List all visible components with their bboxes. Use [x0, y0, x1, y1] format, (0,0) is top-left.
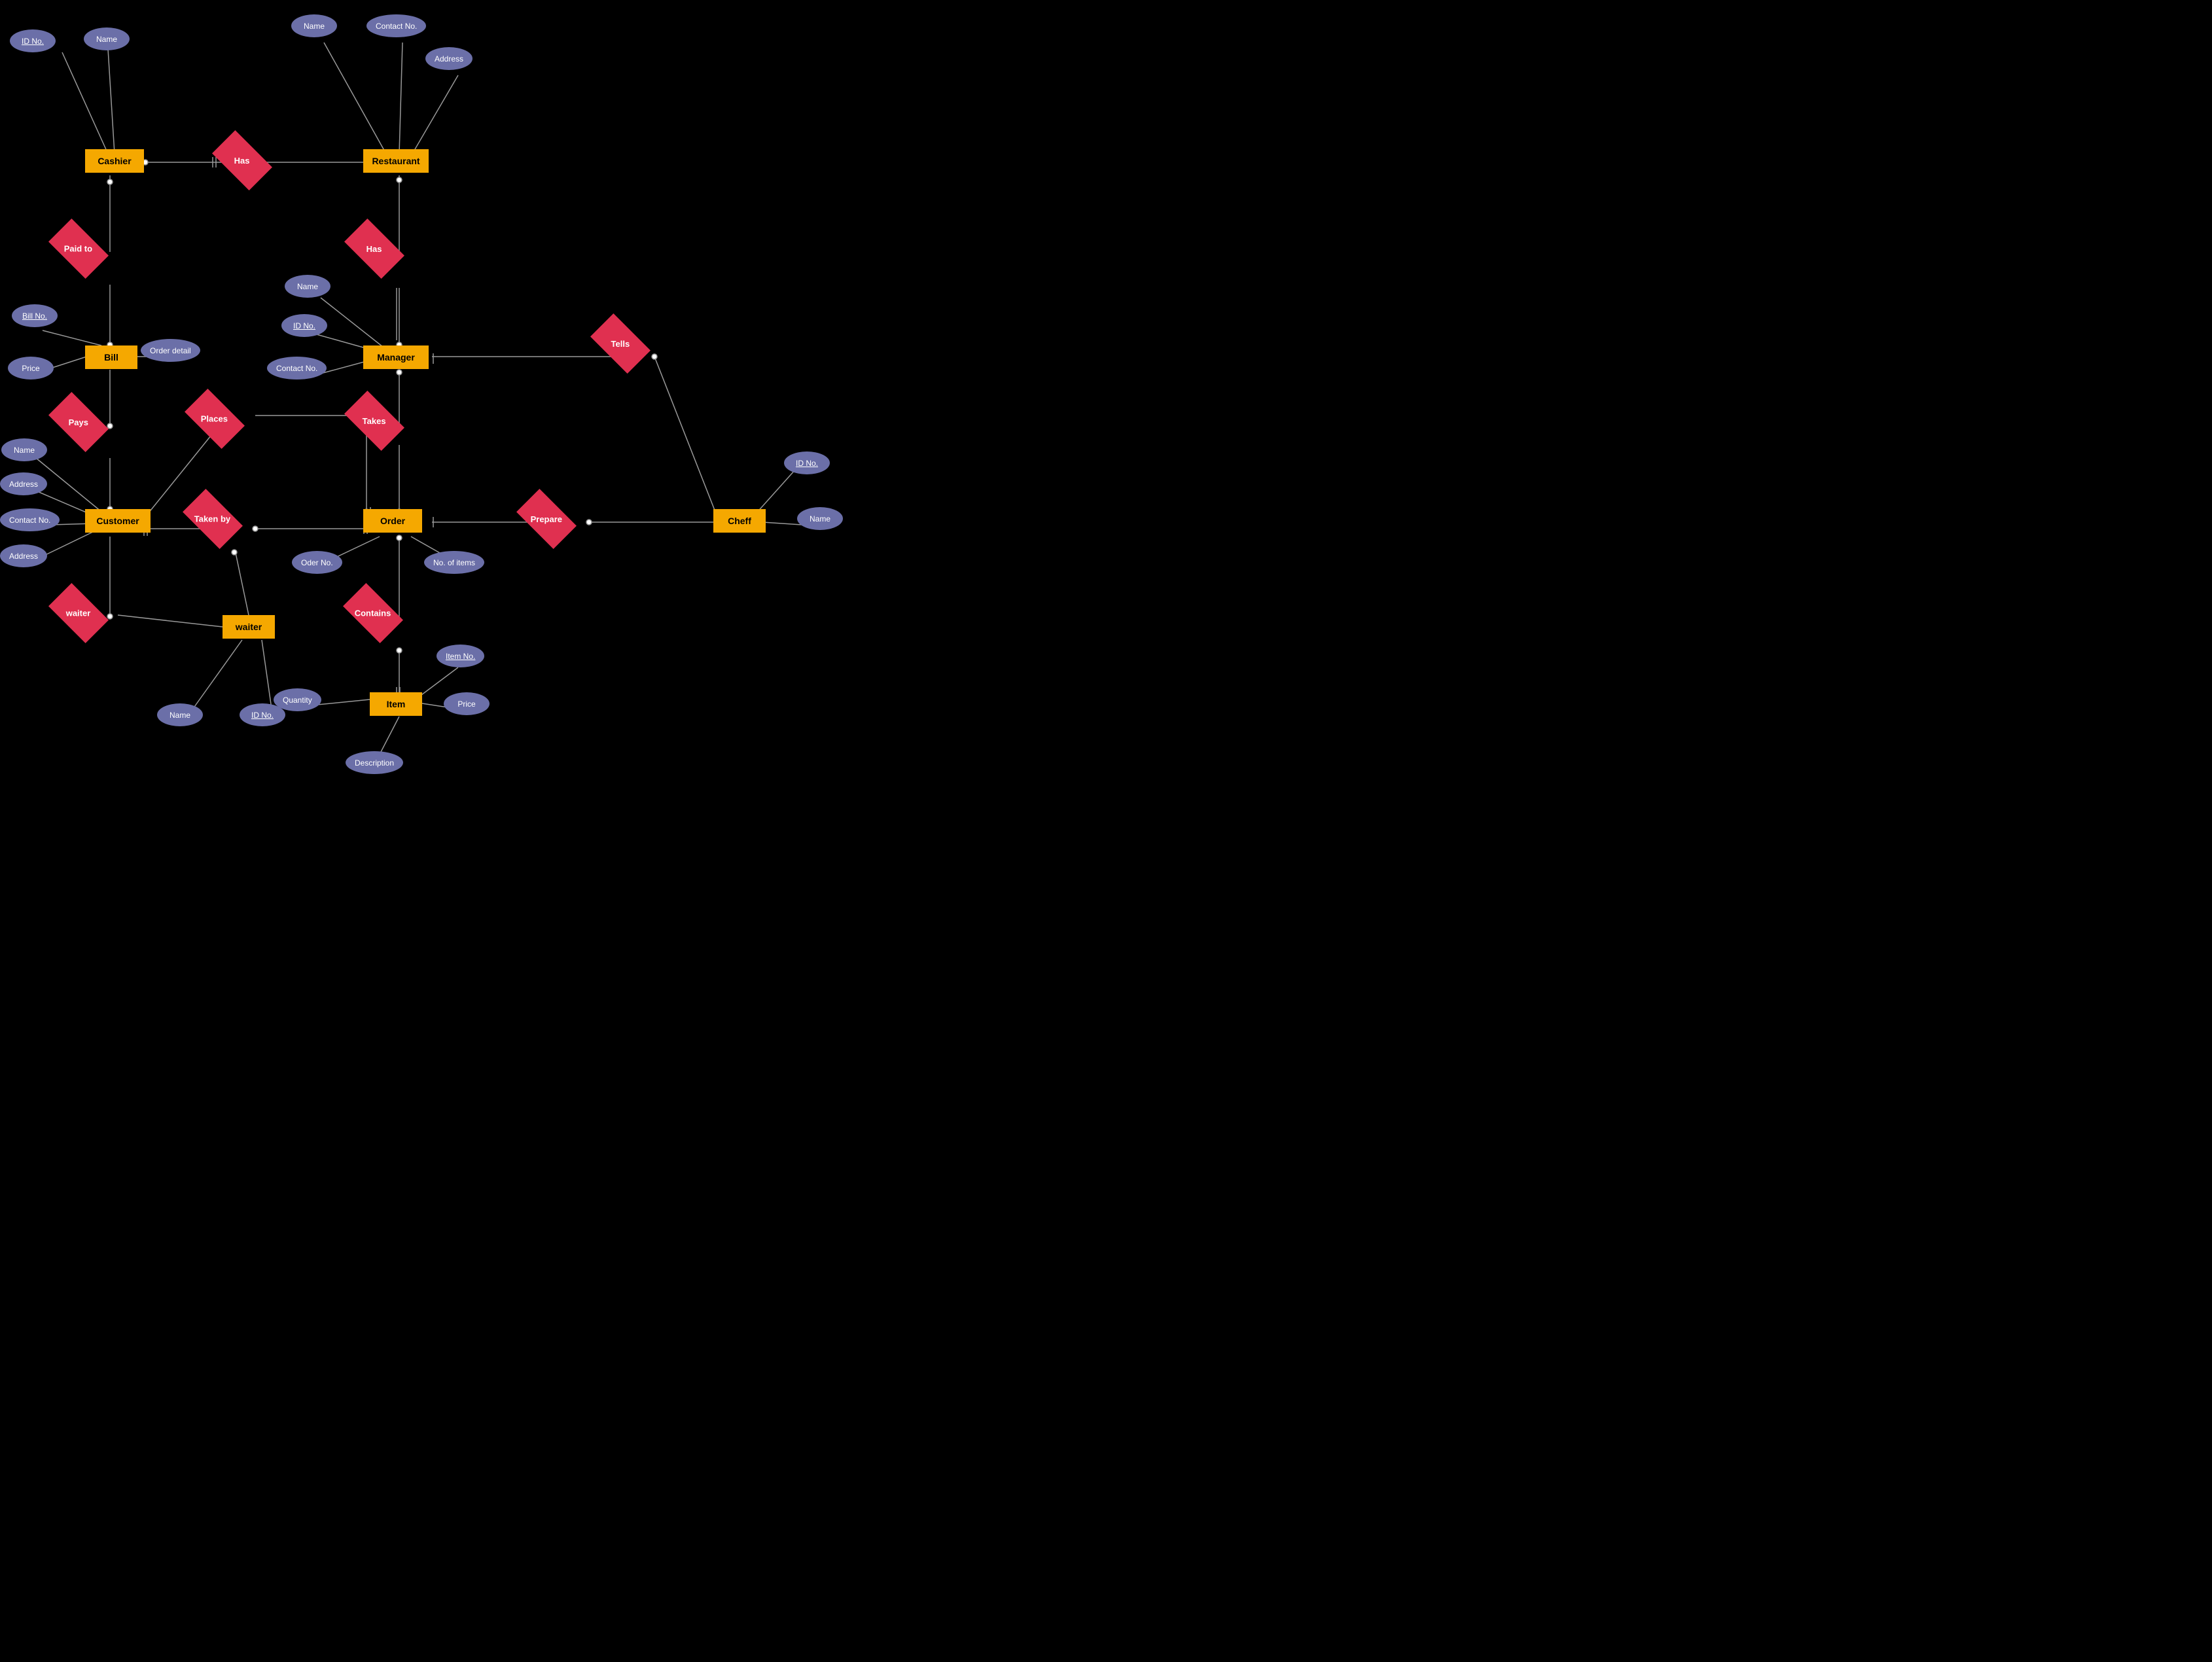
paidto-relationship: Paid to — [48, 219, 109, 279]
takenby-relationship: Taken by — [183, 489, 243, 549]
waiter-entity: waiter — [223, 615, 275, 639]
manager-contactno-attr: Contact No. — [267, 357, 327, 380]
customer-address1-attr: Address — [0, 472, 47, 495]
places-relationship: Places — [185, 389, 245, 449]
cashier-idno-attr: ID No. — [10, 29, 56, 52]
cheff-entity: Cheff — [713, 509, 766, 533]
cheff-name-attr: Name — [797, 507, 843, 530]
customer-entity: Customer — [85, 509, 151, 533]
order-odno-attr: Oder No. — [292, 551, 342, 574]
bill-entity: Bill — [85, 345, 137, 369]
customer-contactno-attr: Contact No. — [0, 508, 60, 531]
bill-price-attr: Price — [8, 357, 54, 380]
order-noitems-attr: No. of items — [424, 551, 484, 574]
manager-idno-attr: ID No. — [281, 314, 327, 337]
takes-relationship: Takes — [344, 391, 404, 451]
cashier-name-attr: Name — [84, 27, 130, 50]
er-diagram: Cashier Restaurant Bill Manager Customer… — [0, 0, 1106, 831]
restaurant-contactno-attr: Contact No. — [366, 14, 426, 37]
item-description-attr: Description — [346, 751, 403, 774]
has1-relationship: Has — [212, 130, 272, 190]
restaurant-address-attr: Address — [425, 47, 473, 70]
prepare-relationship: Prepare — [516, 489, 577, 549]
item-entity: Item — [370, 692, 422, 716]
contains-relationship: Contains — [343, 583, 403, 643]
bill-billno-attr: Bill No. — [12, 304, 58, 327]
item-price-attr: Price — [444, 692, 490, 715]
waiter-relationship: waiter — [48, 583, 109, 643]
pays-relationship: Pays — [48, 392, 109, 452]
item-quantity-attr: Quantity — [274, 688, 321, 711]
customer-address2-attr: Address — [0, 544, 47, 567]
manager-entity: Manager — [363, 345, 429, 369]
item-itemno-attr: Item No. — [437, 645, 484, 667]
bill-orderdetail-attr: Order detail — [141, 339, 200, 362]
tells-relationship: Tells — [590, 313, 651, 374]
has2-relationship: Has — [344, 219, 404, 279]
cheff-idno-attr: ID No. — [784, 451, 830, 474]
order-entity: Order — [363, 509, 422, 533]
cashier-entity: Cashier — [85, 149, 144, 173]
customer-name-attr: Name — [1, 438, 47, 461]
waiter-name-attr: Name — [157, 703, 203, 726]
restaurant-entity: Restaurant — [363, 149, 429, 173]
restaurant-name-attr: Name — [291, 14, 337, 37]
manager-name-attr: Name — [285, 275, 330, 298]
